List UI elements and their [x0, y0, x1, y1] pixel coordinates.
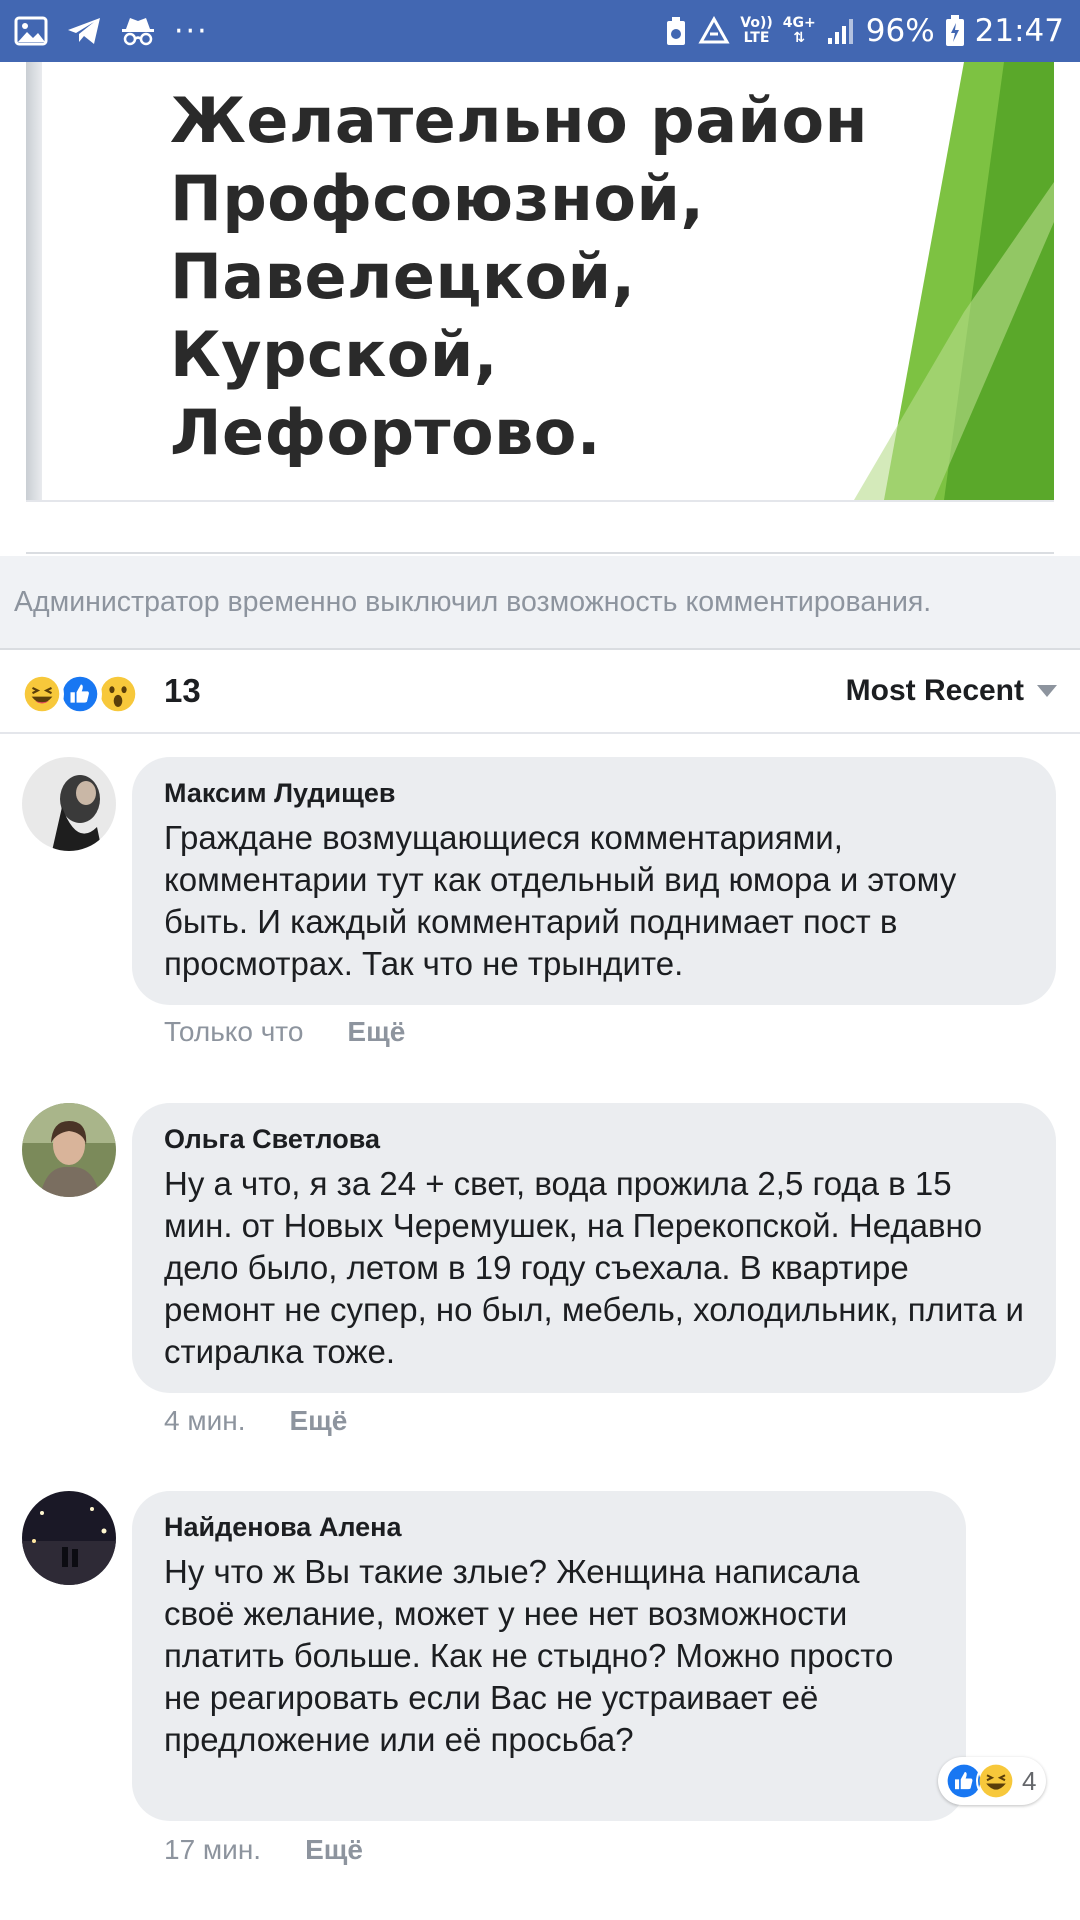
comment-meta: 4 мин. Ещё	[164, 1405, 347, 1437]
haha-icon	[20, 672, 64, 716]
telegram-icon	[68, 18, 100, 44]
avatar[interactable]	[22, 757, 116, 851]
comment-meta: Только что Ещё	[164, 1016, 405, 1048]
like-icon	[58, 672, 102, 716]
reaction-icons[interactable]	[20, 672, 150, 716]
comment-author[interactable]: Найденова Алена	[164, 1509, 934, 1545]
clock: 21:47	[974, 13, 1064, 49]
more-button[interactable]: Ещё	[289, 1405, 347, 1437]
comment-text: Граждане возмущающиеся комментариями, ко…	[164, 819, 957, 982]
reaction-count: 4	[1022, 1765, 1037, 1796]
signal-icon	[827, 19, 853, 44]
avatar-photo	[22, 757, 116, 851]
comment-author[interactable]: Максим Лудищев	[164, 775, 1024, 811]
comment-bubble[interactable]: Ольга Светлова Ну а что, я за 24 + свет,…	[132, 1103, 1056, 1393]
comment-time: 4 мин.	[164, 1405, 246, 1436]
incognito-icon	[122, 18, 154, 46]
volte-indicator: Vo)) LTE	[740, 15, 773, 46]
divider	[26, 552, 1054, 554]
comment-meta: 17 мин. Ещё	[164, 1834, 363, 1866]
haha-icon	[976, 1761, 1016, 1801]
comment-bubble[interactable]: Найденова Алена Ну что ж Вы такие злые? …	[132, 1491, 966, 1821]
status-bar-right: Vo)) LTE 4G+ ⇅ 96% 21:47	[664, 10, 1064, 52]
avatar[interactable]	[22, 1103, 116, 1197]
avatar-photo	[22, 1103, 116, 1197]
comment-reactions[interactable]: 4	[938, 1757, 1047, 1805]
reactions-bar: 13 Most Recent	[0, 650, 1080, 734]
comment-author[interactable]: Ольга Светлова	[164, 1121, 1024, 1157]
battery-charging-icon	[945, 15, 964, 46]
notice-text: Администратор временно выключил возможно…	[14, 585, 932, 618]
battery-percent: 96%	[865, 13, 935, 49]
image-left-bar	[26, 62, 42, 500]
more-button[interactable]: Ещё	[347, 1016, 405, 1048]
recycle-notify-icon	[667, 17, 686, 45]
more-button[interactable]: Ещё	[305, 1834, 363, 1866]
comment-time: Только что	[164, 1016, 304, 1047]
recycle-icon	[698, 16, 730, 44]
comment-bubble[interactable]: Максим Лудищев Граждане возмущающиеся ко…	[132, 757, 1056, 1005]
gallery-icon	[14, 16, 48, 46]
sort-dropdown[interactable]: Most Recent	[846, 674, 1058, 708]
comment-text: Ну что ж Вы такие злые? Женщина написала…	[164, 1553, 894, 1758]
avatar[interactable]	[22, 1491, 116, 1585]
wow-icon	[96, 672, 140, 716]
dropdown-caret-icon	[1037, 685, 1057, 697]
comment-text: Ну а что, я за 24 + свет, вода прожила 2…	[164, 1165, 1024, 1370]
reaction-count[interactable]: 13	[164, 672, 201, 710]
post-image[interactable]: Желательно район Профсоюзной, Павелецкой…	[26, 62, 1054, 502]
status-bar: ··· Vo)) LTE 4G+ ⇅ 96% 21:47	[0, 0, 1080, 62]
status-bar-left: ···	[14, 12, 209, 50]
sort-label: Most Recent	[845, 674, 1024, 707]
comments-disabled-notice: Администратор временно выключил возможно…	[0, 556, 1080, 650]
avatar-photo	[22, 1491, 116, 1585]
green-decoration	[854, 62, 1054, 500]
more-dots-icon: ···	[174, 13, 209, 49]
comment-time: 17 мин.	[164, 1834, 262, 1865]
network-type: 4G+ ⇅	[782, 15, 816, 46]
